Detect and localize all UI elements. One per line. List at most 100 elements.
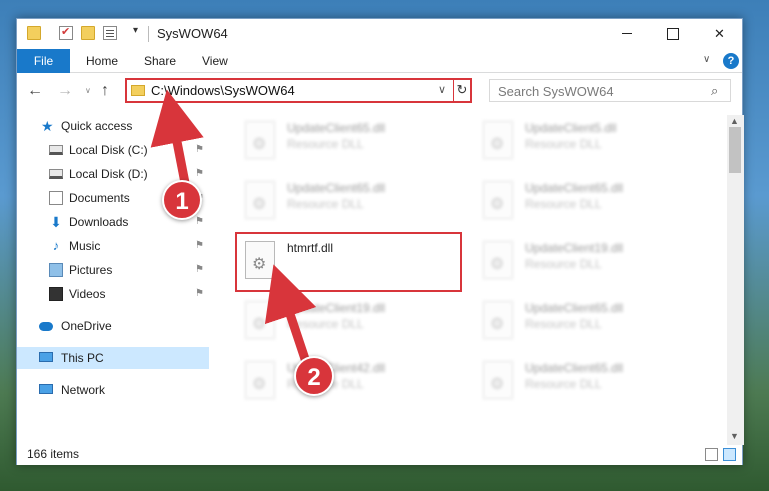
file-type: Resource DLL xyxy=(525,317,602,331)
sidebar-item-quick-access[interactable]: ★ Quick access xyxy=(17,115,209,137)
file-item[interactable]: UpdateClient19.dll Resource DLL xyxy=(475,237,703,287)
file-item[interactable]: UpdateClient65.dll Resource DLL xyxy=(475,297,703,347)
file-name: UpdateClient65.dll xyxy=(525,361,624,375)
address-bar[interactable]: C:\Windows\SysWOW64 ∨ ↻ xyxy=(125,78,472,103)
up-arrow-icon[interactable]: ↑ xyxy=(101,82,109,100)
network-icon xyxy=(39,384,53,394)
file-name: UpdateClient19.dll xyxy=(287,301,386,315)
pin-icon[interactable]: ⚑ xyxy=(195,283,204,305)
scroll-down-icon[interactable]: ▼ xyxy=(730,431,739,441)
sidebar-item-label: Local Disk (C:) xyxy=(69,143,148,157)
sidebar-item-label: This PC xyxy=(61,351,104,365)
file-name: UpdateClient65.dll xyxy=(287,181,386,195)
search-icon[interactable]: ⌕ xyxy=(711,83,718,99)
sidebar-item-label: OneDrive xyxy=(61,319,112,333)
pin-icon[interactable]: ⚑ xyxy=(195,163,204,185)
pin-icon[interactable]: ⚑ xyxy=(195,139,204,161)
properties-check-icon[interactable] xyxy=(59,25,73,40)
sidebar-item-label: Pictures xyxy=(69,263,113,277)
status-bar: 166 items xyxy=(17,445,742,465)
help-icon[interactable]: ? xyxy=(723,53,739,69)
file-type: Resource DLL xyxy=(525,137,602,151)
title-bar: ▾ SysWOW64 ✕ xyxy=(17,19,742,49)
item-count: 166 items xyxy=(27,447,80,461)
dll-file-icon xyxy=(245,121,275,159)
sidebar-item-videos[interactable]: Videos ⚑ xyxy=(17,283,209,305)
documents-icon xyxy=(49,191,63,205)
tab-view[interactable]: View xyxy=(202,49,228,73)
dll-file-icon xyxy=(245,301,275,339)
file-item[interactable]: UpdateClient65.dll Resource DLL xyxy=(237,177,465,227)
file-item[interactable]: UpdateClient42.dll Resource DLL xyxy=(237,357,465,407)
file-list: UpdateClient65.dll Resource DLL UpdateCl… xyxy=(213,115,727,445)
new-folder-icon[interactable] xyxy=(81,26,95,40)
back-arrow-icon[interactable]: ← xyxy=(27,82,43,100)
pin-icon[interactable]: ⚑ xyxy=(195,211,204,233)
sidebar-item-label: Network xyxy=(61,383,106,397)
folder-icon xyxy=(131,85,145,96)
sidebar-item-label: Music xyxy=(69,239,101,253)
file-item[interactable]: UpdateClient19.dll Resource DLL xyxy=(237,297,465,347)
minimize-button[interactable] xyxy=(605,19,650,49)
details-view-icon[interactable] xyxy=(705,448,718,461)
dll-file-icon xyxy=(483,241,513,279)
dll-file-icon xyxy=(483,121,513,159)
dll-file-icon xyxy=(245,181,275,219)
disk-icon xyxy=(49,145,63,155)
title-separator xyxy=(148,26,149,42)
cloud-icon xyxy=(39,322,53,331)
download-icon: ⬇ xyxy=(50,214,62,230)
sidebar-item-music[interactable]: ♪ Music ⚑ xyxy=(17,235,209,257)
sidebar-item-onedrive[interactable]: OneDrive xyxy=(17,315,209,337)
videos-icon xyxy=(49,287,63,301)
sidebar-item-this-pc[interactable]: This PC xyxy=(17,347,209,369)
file-item[interactable]: UpdateClient5.dll Resource DLL xyxy=(475,117,703,167)
step-badge-1: 1 xyxy=(162,180,202,220)
quick-access-toolbar-dropdown[interactable]: ▾ xyxy=(133,25,138,36)
file-type: Resource DLL xyxy=(287,317,364,331)
pin-icon[interactable]: ⚑ xyxy=(195,235,204,257)
scroll-up-icon[interactable]: ▲ xyxy=(730,116,739,126)
file-type: Resource DLL xyxy=(287,137,364,151)
file-item[interactable]: UpdateClient65.dll Resource DLL xyxy=(475,177,703,227)
file-name: UpdateClient65.dll xyxy=(525,181,624,195)
file-item[interactable]: UpdateClient65.dll Resource DLL xyxy=(475,357,703,407)
expand-ribbon-icon[interactable]: ∨ xyxy=(703,54,710,65)
sidebar-item-label: Videos xyxy=(69,287,106,301)
sidebar-item-local-disk-c[interactable]: Local Disk (C:) ⚑ xyxy=(17,139,209,161)
tiles-view-icon[interactable] xyxy=(723,448,736,461)
search-input[interactable]: Search SysWOW64 ⌕ xyxy=(489,79,731,102)
forward-arrow-icon[interactable]: → xyxy=(57,82,73,100)
tab-file[interactable]: File xyxy=(17,49,70,73)
step-badge-2: 2 xyxy=(294,356,334,396)
folder-icon[interactable] xyxy=(27,26,41,40)
sidebar-item-label: Downloads xyxy=(69,215,129,229)
music-icon: ♪ xyxy=(52,238,60,253)
file-name: UpdateClient65.dll xyxy=(525,301,624,315)
file-type: Resource DLL xyxy=(287,197,364,211)
maximize-button[interactable] xyxy=(650,19,695,49)
refresh-icon[interactable]: ↻ xyxy=(453,80,470,101)
vertical-scrollbar[interactable]: ▲ ▼ xyxy=(727,115,744,445)
tab-share[interactable]: Share xyxy=(144,49,176,73)
file-name: UpdateClient65.dll xyxy=(287,121,386,135)
file-name: UpdateClient19.dll xyxy=(525,241,624,255)
address-path[interactable]: C:\Windows\SysWOW64 xyxy=(151,83,295,98)
close-button[interactable]: ✕ xyxy=(697,19,742,49)
dll-file-icon xyxy=(245,361,275,399)
sidebar-item-pictures[interactable]: Pictures ⚑ xyxy=(17,259,209,281)
address-history-icon[interactable]: ∨ xyxy=(438,83,446,96)
star-icon: ★ xyxy=(41,118,54,134)
recent-locations-icon[interactable]: ∨ xyxy=(85,86,91,95)
file-name: UpdateClient5.dll xyxy=(525,121,617,135)
properties-list-icon[interactable] xyxy=(103,26,117,40)
navigation-bar: ← → ∨ ↑ C:\Windows\SysWOW64 ∨ ↻ Search S… xyxy=(17,74,742,108)
pin-icon[interactable]: ⚑ xyxy=(195,259,204,281)
scroll-thumb[interactable] xyxy=(729,127,741,173)
search-placeholder: Search SysWOW64 xyxy=(498,84,614,99)
computer-icon xyxy=(39,352,53,362)
file-item[interactable]: UpdateClient65.dll Resource DLL xyxy=(237,117,465,167)
sidebar-item-network[interactable]: Network xyxy=(17,379,209,401)
tab-home[interactable]: Home xyxy=(86,49,118,73)
file-type: Resource DLL xyxy=(525,257,602,271)
